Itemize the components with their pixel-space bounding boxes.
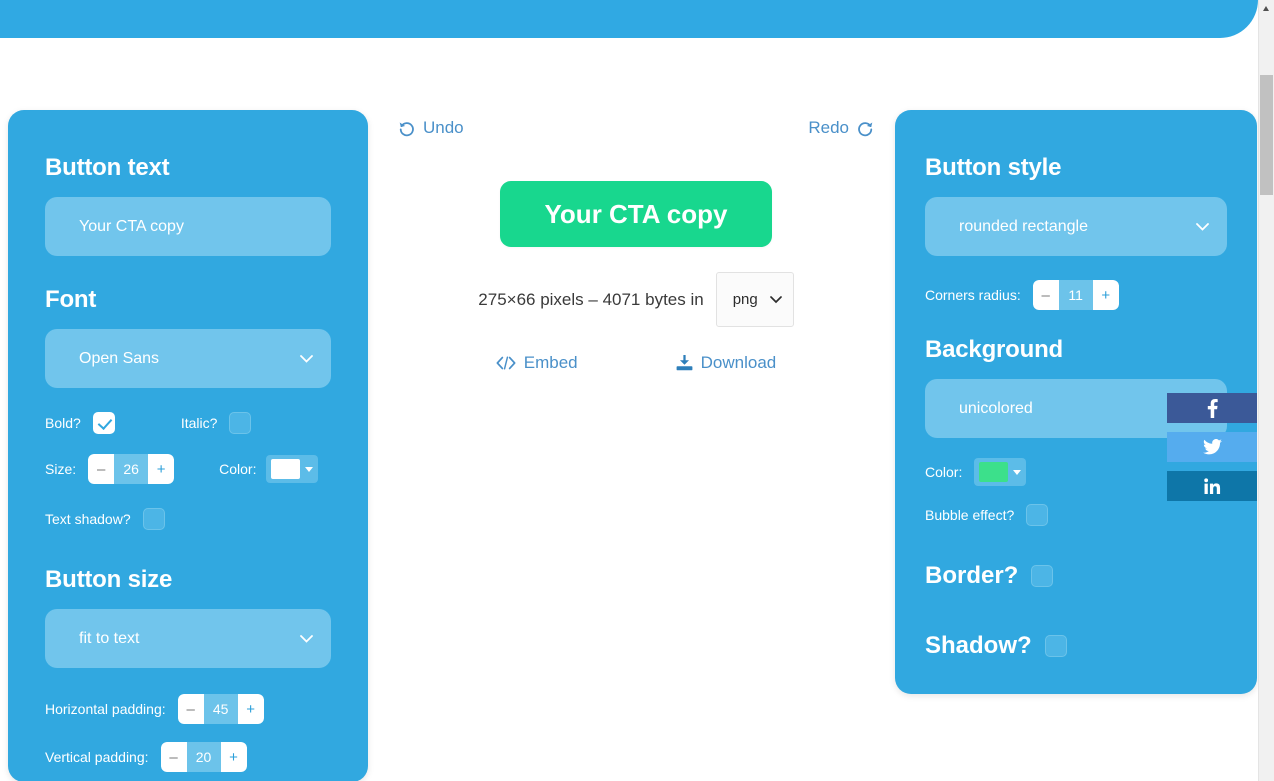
background-heading: Background (925, 336, 1064, 363)
vertical-padding-row: Vertical padding: – 20 + (45, 742, 331, 772)
shadow-row: Shadow? (925, 632, 1227, 660)
corners-radius-increase-button[interactable]: + (1092, 280, 1119, 310)
preview-area: Undo Redo Your CTA copy 275×66 pixels – … (380, 110, 892, 781)
font-color-picker[interactable] (266, 455, 319, 483)
embed-button[interactable]: Embed (496, 353, 578, 373)
horizontal-padding-increase-button[interactable]: + (237, 694, 264, 724)
top-banner (0, 0, 1258, 38)
bubble-effect-label: Bubble effect? (925, 507, 1015, 523)
download-label: Download (700, 353, 777, 372)
font-size-increase-button[interactable]: + (148, 454, 175, 484)
image-dimensions-text: 275×66 pixels – 4071 bytes in (478, 289, 704, 309)
horizontal-padding-value: 45 (203, 694, 238, 724)
bold-italic-row: Bold? Italic? (45, 412, 331, 434)
bold-checkbox[interactable] (92, 412, 115, 434)
font-size-stepper[interactable]: – 26 + (88, 454, 175, 484)
vertical-padding-increase-button[interactable]: + (220, 742, 247, 772)
undo-button[interactable]: Undo (398, 118, 464, 138)
font-family-select-wrapper[interactable]: Open Sans (45, 329, 331, 388)
background-color-label: Color: (925, 464, 963, 480)
horizontal-padding-stepper[interactable]: – 45 + (177, 694, 264, 724)
button-text-heading: Button text (45, 154, 170, 181)
font-size-value: 26 (114, 454, 149, 484)
border-row: Border? (925, 562, 1227, 590)
horizontal-padding-row: Horizontal padding: – 45 + (45, 694, 331, 724)
caret-down-icon (305, 466, 314, 472)
font-size-decrease-button[interactable]: – (88, 454, 115, 484)
vertical-padding-decrease-button[interactable]: – (160, 742, 187, 772)
button-style-select-wrapper[interactable]: rounded rectangle (925, 197, 1227, 256)
twitter-share-button[interactable] (1167, 432, 1257, 462)
redo-button[interactable]: Redo (808, 118, 874, 138)
corners-radius-label: Corners radius: (925, 287, 1021, 303)
size-label: Size: (45, 461, 77, 477)
undo-label: Undo (423, 118, 464, 137)
page-scrollbar[interactable] (1258, 0, 1274, 781)
cta-preview-button[interactable]: Your CTA copy (499, 181, 773, 247)
export-actions-row: Embed Download (380, 353, 892, 373)
button-text-input[interactable] (45, 197, 331, 256)
image-meta-row: 275×66 pixels – 4071 bytes in png (380, 272, 892, 327)
code-icon (496, 356, 516, 370)
image-format-select[interactable]: png (715, 272, 794, 327)
scrollbar-thumb[interactable] (1260, 75, 1273, 195)
linkedin-share-button[interactable] (1167, 471, 1257, 501)
background-color-picker[interactable] (974, 458, 1027, 486)
button-size-select-wrapper[interactable]: fit to text (45, 609, 331, 668)
text-shadow-label: Text shadow? (45, 511, 131, 527)
horizontal-padding-label: Horizontal padding: (45, 701, 166, 717)
redo-icon (857, 120, 874, 137)
corners-radius-row: Corners radius: – 11 + (925, 280, 1227, 310)
font-heading: Font (45, 286, 97, 313)
facebook-icon (1207, 398, 1218, 418)
redo-label: Redo (808, 118, 849, 137)
scroll-up-arrow-icon[interactable] (1259, 0, 1274, 17)
social-share-bar (1167, 393, 1257, 510)
button-style-heading: Button style (925, 154, 1062, 181)
bold-label: Bold? (45, 415, 81, 431)
undo-redo-bar: Undo Redo (380, 118, 892, 158)
cta-preview-stage: Your CTA copy (380, 181, 892, 247)
text-shadow-checkbox[interactable] (142, 508, 165, 530)
size-color-row: Size: – 26 + Color: (45, 454, 331, 484)
border-label: Border? (925, 562, 1019, 589)
button-size-select[interactable]: fit to text (45, 609, 331, 668)
cta-generator-page: Button text Font Open Sans Bold? Italic? (0, 0, 1274, 781)
italic-label: Italic? (180, 415, 218, 431)
italic-checkbox[interactable] (229, 412, 252, 434)
text-shadow-row: Text shadow? (45, 508, 331, 530)
font-color-swatch (271, 459, 301, 479)
undo-icon (398, 120, 415, 137)
download-icon (676, 355, 693, 371)
border-checkbox[interactable] (1031, 565, 1054, 587)
download-button[interactable]: Download (676, 353, 777, 373)
corners-radius-value: 11 (1058, 280, 1093, 310)
vertical-padding-stepper[interactable]: – 20 + (160, 742, 247, 772)
button-style-select[interactable]: rounded rectangle (925, 197, 1227, 256)
vertical-padding-label: Vertical padding: (45, 749, 149, 765)
facebook-share-button[interactable] (1167, 393, 1257, 423)
embed-label: Embed (523, 353, 578, 372)
font-family-select[interactable]: Open Sans (45, 329, 331, 388)
button-size-heading: Button size (45, 566, 173, 593)
linkedin-icon (1203, 477, 1221, 495)
font-color-label: Color: (219, 461, 257, 477)
twitter-icon (1202, 439, 1222, 455)
vertical-padding-value: 20 (186, 742, 221, 772)
caret-down-icon (1013, 469, 1022, 475)
format-select-wrapper[interactable]: png (715, 272, 794, 327)
left-settings-panel: Button text Font Open Sans Bold? Italic? (8, 110, 368, 781)
corners-radius-decrease-button[interactable]: – (1032, 280, 1059, 310)
background-color-swatch (979, 462, 1009, 482)
bubble-effect-checkbox[interactable] (1026, 504, 1049, 526)
shadow-checkbox[interactable] (1044, 635, 1067, 657)
corners-radius-stepper[interactable]: – 11 + (1032, 280, 1119, 310)
horizontal-padding-decrease-button[interactable]: – (177, 694, 204, 724)
shadow-label: Shadow? (925, 632, 1032, 659)
